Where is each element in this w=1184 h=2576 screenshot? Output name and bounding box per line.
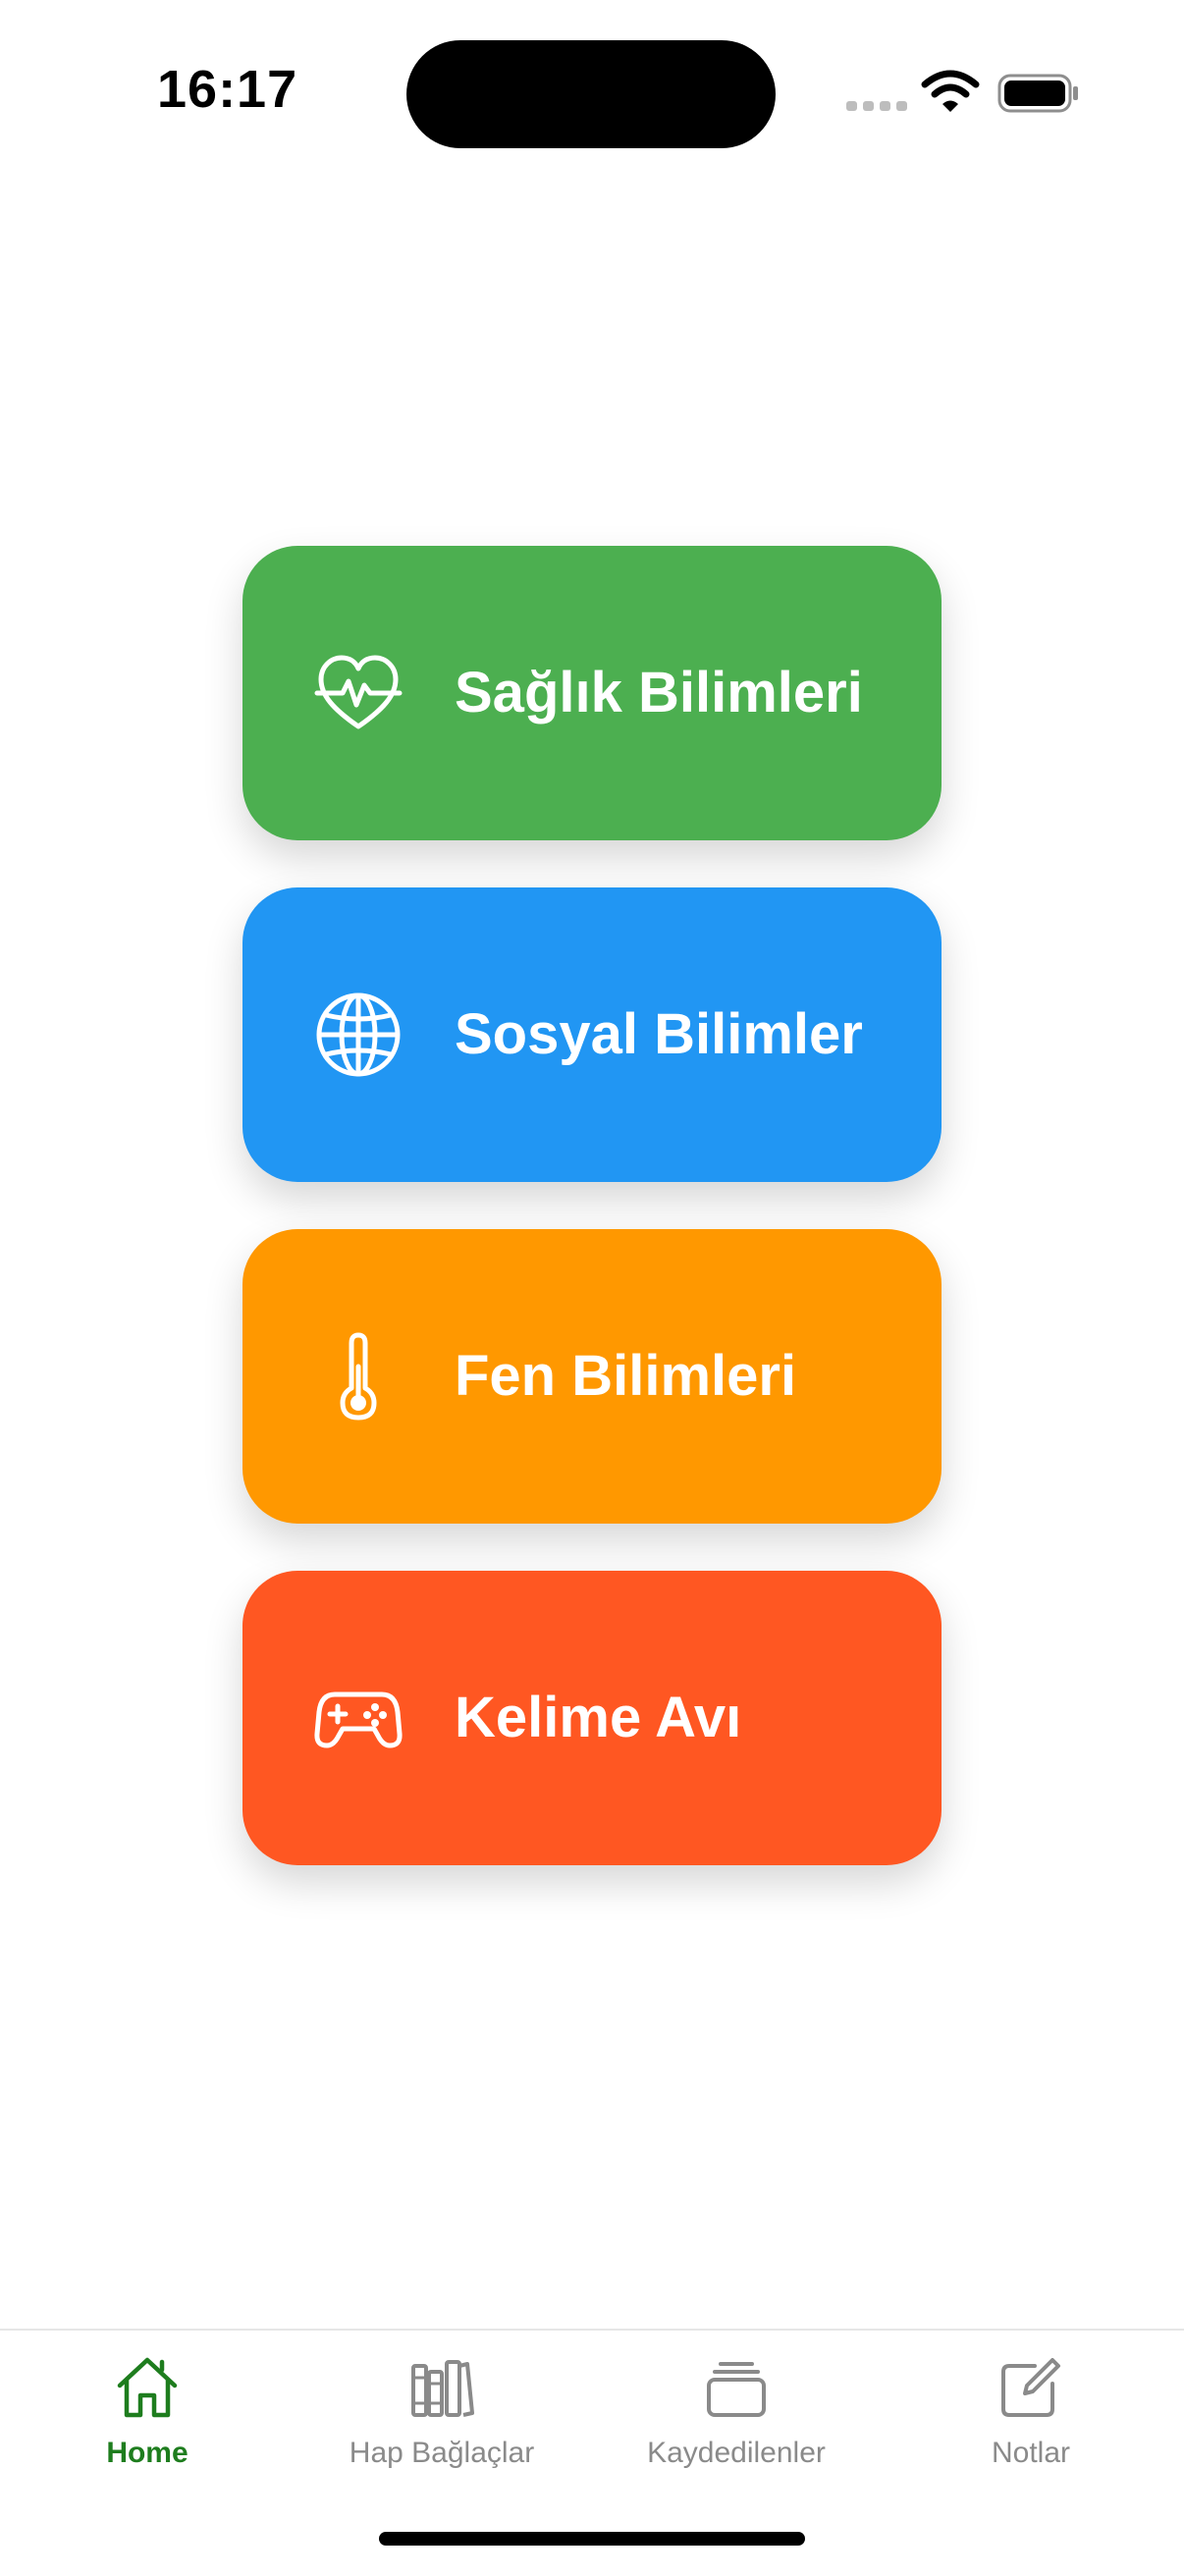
menu-card-kelime-avi[interactable]: Kelime Avı [242, 1571, 942, 1865]
menu-card-label: Kelime Avı [455, 1686, 742, 1749]
gamepad-icon [314, 1691, 403, 1748]
globe-icon [316, 993, 401, 1077]
menu-card-label: Sosyal Bilimler [455, 1002, 863, 1066]
wifi-icon [921, 70, 980, 112]
menu-card-fen-bilimleri[interactable]: Fen Bilimleri [242, 1229, 942, 1524]
tab-home-label: Home [106, 2437, 188, 2469]
tab-hap-baglaclar-label: Hap Bağlaçlar [349, 2437, 535, 2469]
menu-card-label: Sağlık Bilimleri [455, 661, 863, 724]
status-bar: 16:17 [0, 0, 1184, 187]
tab-notlar[interactable]: Notlar [884, 2331, 1178, 2478]
status-time: 16:17 [157, 60, 298, 119]
tab-hap-baglaclar[interactable]: Hap Bağlaçlar [295, 2331, 589, 2478]
thermometer-icon [340, 1332, 377, 1421]
dynamic-island [406, 40, 776, 148]
battery-icon [997, 74, 1078, 113]
tab-notlar-label: Notlar [991, 2437, 1071, 2469]
category-menu: Sağlık Bilimleri Sosyal Bilimler Fen Bil… [242, 546, 942, 1912]
tab-kaydedilenler[interactable]: Kaydedilenler [589, 2331, 884, 2478]
edit-note-icon [1001, 2358, 1060, 2417]
tab-kaydedilenler-label: Kaydedilenler [647, 2437, 826, 2469]
home-indicator [379, 2532, 805, 2546]
tab-home[interactable]: Home [0, 2331, 295, 2478]
books-icon [411, 2360, 474, 2417]
cellular-signal-icon [846, 101, 907, 111]
menu-card-label: Fen Bilimleri [455, 1344, 797, 1408]
menu-card-saglik-bilimleri[interactable]: Sağlık Bilimleri [242, 546, 942, 840]
home-icon [117, 2357, 178, 2418]
heart-pulse-icon [314, 655, 403, 729]
stack-icon [707, 2362, 766, 2417]
menu-card-sosyal-bilimler[interactable]: Sosyal Bilimler [242, 887, 942, 1182]
